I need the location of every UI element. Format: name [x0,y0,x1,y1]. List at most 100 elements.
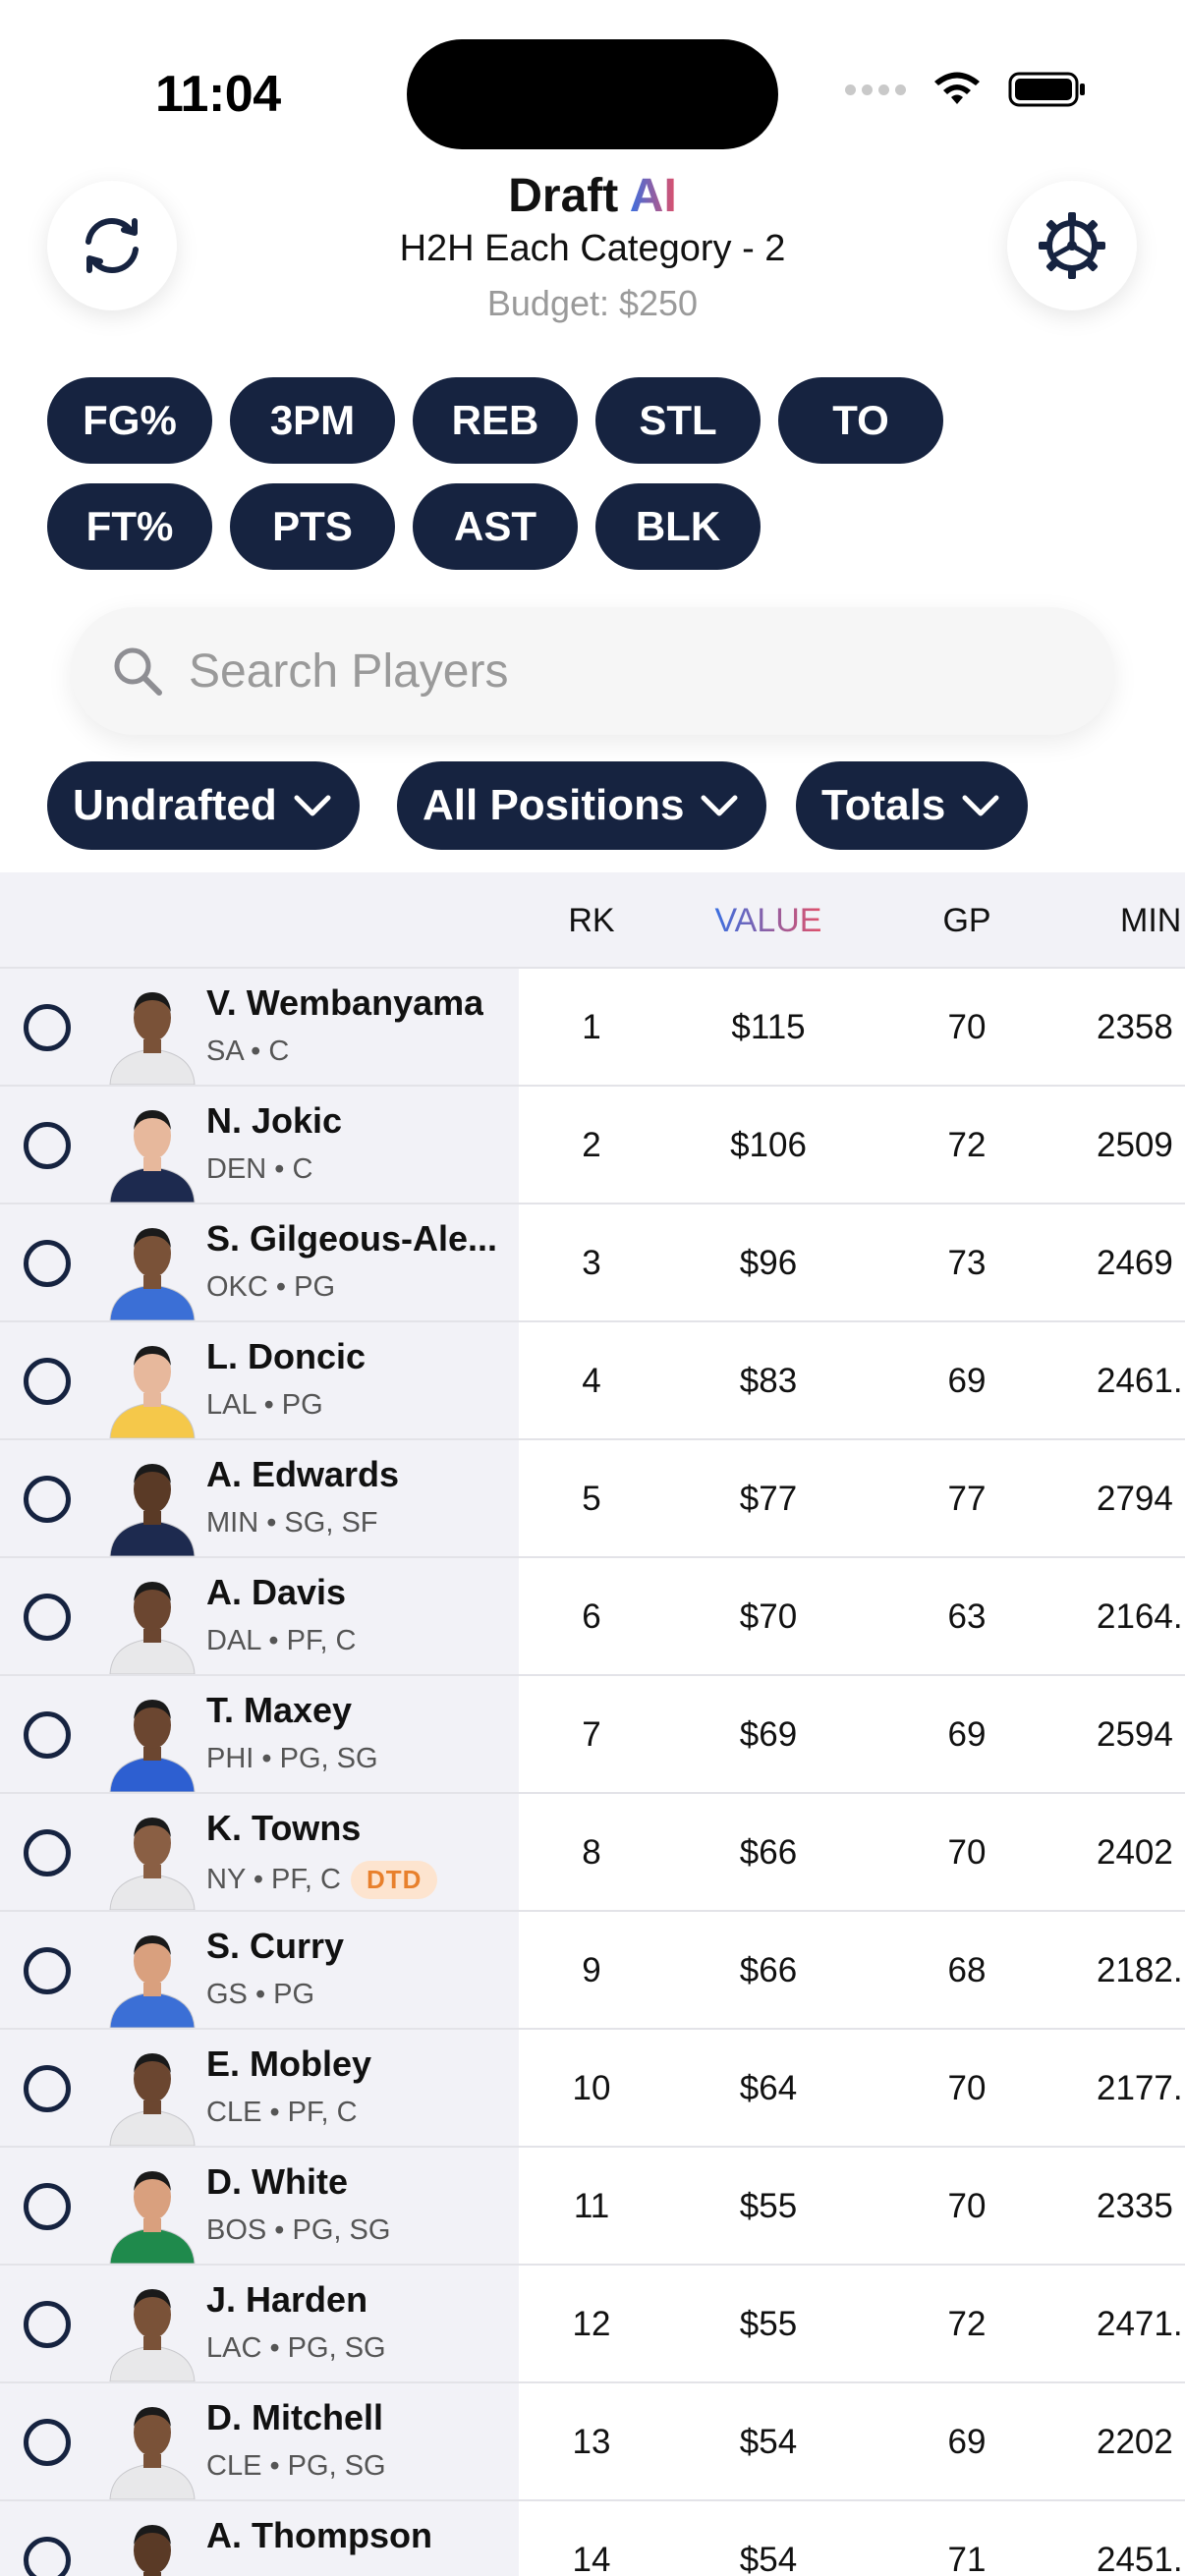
minutes-cell: 2451. [1097,2541,1183,2576]
player-headshot [109,1346,196,1438]
draft-select-radio[interactable] [24,1358,71,1405]
table-row[interactable]: E. Mobley CLE • PF, C 10 $64 70 2177. [0,2030,1185,2148]
draft-select-radio[interactable] [24,2301,71,2348]
games-cell: 69 [947,1715,987,1754]
player-table[interactable]: RK VALUE GP MIN V. Wembanyama SA • C 1 $115… [0,872,1185,2576]
rank-cell: 1 [582,1008,601,1046]
player-cell[interactable]: N. Jokic DEN • C [0,1087,519,1203]
battery-icon [1008,72,1085,107]
player-team-position: LAC • PG, SG [206,2332,386,2365]
settings-button[interactable] [1007,181,1137,310]
team-position-label: DAL • PF, C [206,1625,357,1656]
player-team-position: MIN • SG, SF [206,1507,378,1540]
minutes-cell: 2358 [1097,1008,1173,1046]
category-chip[interactable]: AST [413,483,578,570]
status-time: 11:04 [155,66,281,123]
rank-cell: 14 [572,2541,611,2576]
table-row[interactable]: A. Edwards MIN • SG, SF 5 $77 77 2794 [0,1440,1185,1558]
player-team-position: NY • PF, C DTD [206,1861,438,1899]
player-name: D. White [206,2161,348,2202]
table-row[interactable]: A. Thompson 14 $54 71 2451. [0,2501,1185,2576]
player-cell[interactable]: A. Davis DAL • PF, C [0,1558,519,1674]
draft-select-radio[interactable] [24,1004,71,1051]
draft-select-radio[interactable] [24,1594,71,1641]
table-row[interactable]: S. Curry GS • PG 9 $66 68 2182. [0,1912,1185,2030]
category-chip[interactable]: FG% [47,377,212,464]
table-row[interactable]: K. Towns NY • PF, C DTD 8 $66 70 2402 [0,1794,1185,1912]
player-cell[interactable]: V. Wembanyama SA • C [0,969,519,1085]
player-headshot [109,2289,196,2381]
player-cell[interactable]: D. Mitchell CLE • PG, SG [0,2383,519,2499]
table-row[interactable]: A. Davis DAL • PF, C 6 $70 63 2164. [0,1558,1185,1676]
draft-select-radio[interactable] [24,1240,71,1287]
value-cell: $77 [739,1480,798,1518]
table-row[interactable]: N. Jokic DEN • C 2 $106 72 2509 [0,1087,1185,1204]
value-cell: $115 [731,1008,806,1046]
category-chip[interactable]: BLK [595,483,761,570]
table-row[interactable]: J. Harden LAC • PG, SG 12 $55 72 2471. [0,2266,1185,2383]
draft-select-radio[interactable] [24,2183,71,2230]
table-row[interactable]: D. White BOS • PG, SG 11 $55 70 2335 [0,2148,1185,2266]
player-cell[interactable]: S. Gilgeous-Ale... OKC • PG [0,1204,519,1320]
rank-cell: 2 [582,1126,601,1164]
player-cell[interactable]: D. White BOS • PG, SG [0,2148,519,2264]
positions-filter-dropdown[interactable]: All Positions [397,761,767,850]
minutes-cell: 2402 [1097,1833,1173,1872]
player-cell[interactable]: J. Harden LAC • PG, SG [0,2266,519,2381]
table-row[interactable]: T. Maxey PHI • PG, SG 7 $69 69 2594 [0,1676,1185,1794]
category-chip[interactable]: STL [595,377,761,464]
table-row[interactable]: S. Gilgeous-Ale... OKC • PG 3 $96 73 2469 [0,1204,1185,1322]
table-row[interactable]: L. Doncic LAL • PG 4 $83 69 2461. [0,1322,1185,1440]
draft-select-radio[interactable] [24,1947,71,1994]
draft-select-radio[interactable] [24,1122,71,1169]
category-chip[interactable]: TO [778,377,943,464]
search-input[interactable] [189,644,1073,699]
draft-select-radio[interactable] [24,1711,71,1759]
games-cell: 70 [947,2069,987,2107]
category-chip[interactable]: 3PM [230,377,395,464]
player-cell[interactable]: K. Towns NY • PF, C DTD [0,1794,519,1910]
player-team-position: CLE • PG, SG [206,2450,386,2483]
draft-select-radio[interactable] [24,1476,71,1523]
games-cell: 70 [947,1008,987,1046]
player-cell[interactable]: S. Curry GS • PG [0,1912,519,2028]
stat-mode-dropdown[interactable]: Totals [796,761,1029,850]
player-name: L. Doncic [206,1336,367,1376]
player-cell[interactable]: A. Edwards MIN • SG, SF [0,1440,519,1556]
column-header-games[interactable]: GP [942,902,990,940]
team-position-label: OKC • PG [206,1271,336,1303]
draft-select-radio[interactable] [24,2419,71,2466]
player-cell[interactable]: E. Mobley CLE • PF, C [0,2030,519,2146]
player-name: A. Edwards [206,1454,400,1494]
minutes-cell: 2471. [1097,2305,1183,2343]
column-header-minutes[interactable]: MIN [1120,902,1181,940]
player-cell[interactable]: T. Maxey PHI • PG, SG [0,1676,519,1792]
games-cell: 70 [947,2187,987,2225]
search-bar[interactable] [71,607,1114,735]
value-cell: $66 [739,1951,798,1989]
column-header-rank[interactable]: RK [568,902,614,940]
minutes-cell: 2594 [1097,1715,1173,1754]
player-headshot [109,1935,196,2028]
player-team-position: SA • C [206,1036,289,1068]
team-position-label: LAC • PG, SG [206,2332,386,2364]
category-chip[interactable]: REB [413,377,578,464]
value-cell: $69 [739,1715,798,1754]
player-cell[interactable]: L. Doncic LAL • PG [0,1322,519,1438]
gear-icon [1039,212,1105,279]
draft-select-radio[interactable] [24,2065,71,2112]
status-icons [845,71,1087,108]
player-headshot [109,2053,196,2146]
value-cell: $66 [739,1833,798,1872]
player-name: D. Mitchell [206,2397,384,2437]
category-chip[interactable]: PTS [230,483,395,570]
column-header-value[interactable]: VALUE [715,902,822,940]
team-position-label: LAL • PG [206,1389,323,1421]
category-chip[interactable]: FT% [47,483,212,570]
draft-select-radio[interactable] [24,1829,71,1876]
status-filter-dropdown[interactable]: Undrafted [47,761,360,850]
table-row[interactable]: V. Wembanyama SA • C 1 $115 70 2358 [0,969,1185,1087]
player-cell[interactable]: A. Thompson [0,2501,519,2576]
draft-select-radio[interactable] [24,2537,71,2576]
table-row[interactable]: D. Mitchell CLE • PG, SG 13 $54 69 2202 [0,2383,1185,2501]
